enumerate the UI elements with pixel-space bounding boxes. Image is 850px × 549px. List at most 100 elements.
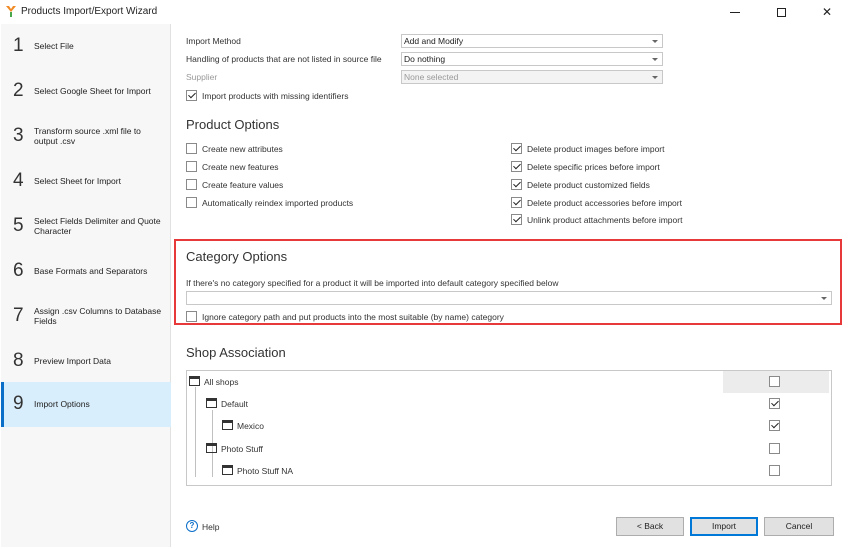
import-button[interactable]: Import bbox=[690, 517, 758, 536]
step-label: Select File bbox=[34, 41, 74, 51]
create-features-checkbox[interactable] bbox=[186, 161, 197, 172]
step-number: 5 bbox=[13, 215, 24, 236]
photo-stuff-checkbox[interactable] bbox=[769, 443, 780, 454]
mexico-shop-checkbox[interactable] bbox=[769, 420, 780, 431]
step-assign-columns[interactable]: 7 Assign .csv Columns to Database Fields bbox=[1, 294, 171, 339]
supplier-value: None selected bbox=[404, 72, 459, 82]
import-method-select[interactable]: Add and Modify bbox=[401, 34, 663, 48]
shop-group-icon bbox=[206, 443, 217, 453]
ignore-category-path-label: Ignore category path and put products in… bbox=[202, 312, 504, 322]
shop-icon bbox=[222, 465, 233, 475]
tree-row-mexico[interactable]: Mexico bbox=[187, 415, 831, 437]
tree-row-photo-stuff-na[interactable]: Photo Stuff NA bbox=[187, 460, 831, 482]
create-features-label: Create new features bbox=[202, 162, 279, 172]
tree-row-default[interactable]: Default bbox=[187, 393, 831, 415]
step-label: Preview Import Data bbox=[34, 356, 111, 366]
chevron-down-icon bbox=[652, 40, 658, 43]
step-import-options[interactable]: 9 Import Options bbox=[1, 382, 171, 427]
chevron-down-icon bbox=[652, 76, 658, 79]
import-method-label: Import Method bbox=[186, 36, 241, 46]
step-select-google-sheet[interactable]: 2 Select Google Sheet for Import bbox=[1, 69, 171, 114]
missing-identifiers-checkbox[interactable] bbox=[186, 90, 197, 101]
step-number: 6 bbox=[13, 260, 24, 281]
title-bar: Products Import/Export Wizard ✕ bbox=[0, 0, 850, 24]
tree-row-all-shops[interactable]: All shops bbox=[187, 371, 831, 393]
cancel-button[interactable]: Cancel bbox=[764, 517, 834, 536]
step-number: 1 bbox=[13, 35, 24, 56]
import-method-value: Add and Modify bbox=[404, 36, 464, 46]
step-number: 4 bbox=[13, 170, 24, 191]
missing-identifiers-label: Import products with missing identifiers bbox=[202, 91, 349, 101]
step-label: Assign .csv Columns to Database Fields bbox=[34, 306, 162, 326]
step-fields-delimiter[interactable]: 5 Select Fields Delimiter and Quote Char… bbox=[1, 204, 171, 249]
help-link[interactable]: Help bbox=[202, 522, 219, 532]
create-feature-values-checkbox[interactable] bbox=[186, 179, 197, 190]
maximize-icon bbox=[776, 8, 786, 18]
chevron-down-icon bbox=[821, 297, 827, 300]
unlink-attachments-label: Unlink product attachments before import bbox=[527, 215, 683, 225]
app-logo-icon bbox=[6, 6, 16, 17]
step-transform-xml[interactable]: 3 Transform source .xml file to output .… bbox=[1, 114, 171, 159]
minimize-icon bbox=[730, 12, 740, 14]
maximize-button[interactable] bbox=[758, 0, 804, 24]
create-attributes-checkbox[interactable] bbox=[186, 143, 197, 154]
help-icon[interactable]: ? bbox=[186, 520, 198, 532]
delete-accessories-label: Delete product accessories before import bbox=[527, 198, 682, 208]
reindex-products-label: Automatically reindex imported products bbox=[202, 198, 354, 208]
step-label: Select Google Sheet for Import bbox=[34, 86, 151, 96]
step-number: 9 bbox=[13, 393, 24, 414]
close-button[interactable]: ✕ bbox=[804, 0, 850, 24]
delete-prices-checkbox[interactable] bbox=[511, 161, 522, 172]
shop-icon bbox=[222, 420, 233, 430]
step-number: 8 bbox=[13, 350, 24, 371]
step-label: Transform source .xml file to output .cs… bbox=[34, 126, 141, 146]
minimize-button[interactable] bbox=[712, 0, 758, 24]
product-options-title: Product Options bbox=[186, 117, 280, 132]
tree-row-label: Photo Stuff bbox=[221, 444, 263, 454]
tree-row-label: Mexico bbox=[237, 421, 264, 431]
step-base-formats[interactable]: 6 Base Formats and Separators bbox=[1, 249, 171, 294]
step-label: Select Fields Delimiter and Quote Charac… bbox=[34, 216, 161, 236]
step-label: Import Options bbox=[34, 399, 90, 409]
delete-images-label: Delete product images before import bbox=[527, 144, 665, 154]
back-button[interactable]: < Back bbox=[616, 517, 684, 536]
supplier-select: None selected bbox=[401, 70, 663, 84]
delete-customized-fields-checkbox[interactable] bbox=[511, 179, 522, 190]
tree-row-label: Default bbox=[221, 399, 248, 409]
chevron-down-icon bbox=[652, 58, 658, 61]
handling-label: Handling of products that are not listed… bbox=[186, 54, 382, 64]
category-note: If there's no category specified for a p… bbox=[186, 278, 559, 288]
tree-row-photo-stuff[interactable]: Photo Stuff bbox=[187, 438, 831, 460]
delete-prices-label: Delete specific prices before import bbox=[527, 162, 660, 172]
handling-select[interactable]: Do nothing bbox=[401, 52, 663, 66]
step-number: 2 bbox=[13, 80, 24, 101]
shop-association-title: Shop Association bbox=[186, 345, 286, 360]
default-shop-checkbox[interactable] bbox=[769, 398, 780, 409]
create-attributes-label: Create new attributes bbox=[202, 144, 283, 154]
all-shops-checkbox[interactable] bbox=[769, 376, 780, 387]
shop-group-icon bbox=[206, 398, 217, 408]
step-preview-import[interactable]: 8 Preview Import Data bbox=[1, 339, 171, 384]
default-category-select[interactable] bbox=[186, 291, 832, 305]
step-number: 7 bbox=[13, 305, 24, 326]
step-select-file[interactable]: 1 Select File bbox=[1, 24, 171, 69]
supplier-label: Supplier bbox=[186, 72, 218, 82]
delete-accessories-checkbox[interactable] bbox=[511, 197, 522, 208]
tree-row-label: Photo Stuff NA bbox=[237, 466, 294, 476]
wizard-steps-sidebar: 1 Select File 2 Select Google Sheet for … bbox=[1, 24, 171, 547]
window-title: Products Import/Export Wizard bbox=[21, 6, 158, 17]
create-feature-values-label: Create feature values bbox=[202, 180, 284, 190]
import-options-panel: Import Method Add and Modify Handling of… bbox=[172, 24, 848, 547]
ignore-category-path-checkbox[interactable] bbox=[186, 311, 197, 322]
photo-stuff-na-checkbox[interactable] bbox=[769, 465, 780, 476]
handling-value: Do nothing bbox=[404, 54, 446, 64]
unlink-attachments-checkbox[interactable] bbox=[511, 214, 522, 225]
delete-images-checkbox[interactable] bbox=[511, 143, 522, 154]
shop-tree: All shops Default Mexico Photo Stuff Pho… bbox=[186, 370, 832, 486]
reindex-products-checkbox[interactable] bbox=[186, 197, 197, 208]
close-icon: ✕ bbox=[821, 5, 833, 19]
category-options-title: Category Options bbox=[186, 249, 288, 264]
step-label: Select Sheet for Import bbox=[34, 176, 121, 186]
step-select-sheet[interactable]: 4 Select Sheet for Import bbox=[1, 159, 171, 204]
delete-customized-fields-label: Delete product customized fields bbox=[527, 180, 650, 190]
